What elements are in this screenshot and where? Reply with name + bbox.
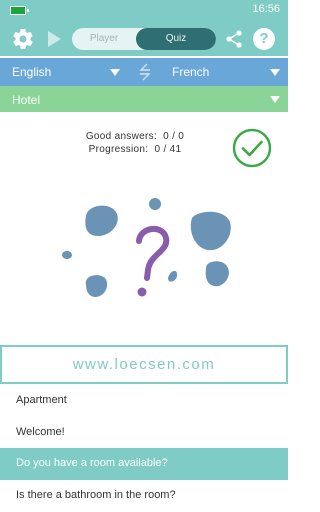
progression-line: Progression: 0 / 41 [60, 143, 210, 156]
chevron-down-icon[interactable] [110, 69, 120, 76]
good-answers-label: Good answers: [85, 131, 157, 142]
answer-option[interactable]: Welcome! [0, 417, 288, 449]
good-answers-line: Good answers: 0 / 0 [60, 130, 210, 143]
answer-option[interactable]: Is there a bathroom in the room? [0, 480, 288, 512]
quiz-stats: Good answers: 0 / 0 Progression: 0 / 41 [60, 130, 210, 156]
answer-option[interactable]: Apartment [0, 385, 288, 417]
status-bar: 16:56 [0, 0, 288, 22]
battery-icon [10, 6, 29, 15]
chevron-down-icon[interactable] [270, 96, 280, 103]
answer-list: Apartment Welcome! Do you have a room av… [0, 385, 288, 511]
swap-icon[interactable] [137, 62, 153, 82]
checkmark-icon[interactable] [232, 128, 272, 168]
mode-quiz-tab[interactable]: Quiz [136, 28, 216, 50]
blob-shape [168, 270, 178, 282]
share-icon[interactable] [225, 29, 243, 49]
brand-text: www.loecsen.com [72, 356, 216, 373]
blob-shape [85, 205, 118, 236]
help-button[interactable]: ? [253, 28, 275, 50]
blob-shape [85, 275, 108, 297]
topic-bar[interactable]: Hotel [0, 86, 288, 112]
blob-shape [190, 211, 231, 251]
blob-shape [205, 261, 229, 287]
gear-icon[interactable] [11, 27, 35, 51]
mode-player-tab[interactable]: Player [72, 28, 136, 50]
blob-shape [149, 198, 161, 210]
answer-option-selected[interactable]: Do you have a room available? [0, 448, 288, 480]
progression-value: 0 / 41 [154, 144, 182, 155]
language-bar: English French [0, 58, 288, 86]
blob-shape [62, 251, 72, 259]
question-mark-dot [137, 287, 147, 297]
chevron-down-icon[interactable] [270, 69, 280, 76]
topic-select[interactable]: Hotel [12, 93, 40, 107]
loecsen-banner[interactable]: www.loecsen.com [0, 345, 288, 384]
play-icon[interactable] [46, 30, 62, 48]
question-mark-illustration [62, 198, 231, 297]
source-language-select[interactable]: English [12, 65, 51, 79]
status-time: 16:56 [252, 3, 280, 15]
mode-toggle: Player Quiz [72, 28, 216, 50]
progression-label: Progression: [88, 144, 149, 155]
question-mark-glyph [136, 226, 170, 281]
good-answers-value: 0 / 0 [163, 131, 185, 142]
target-language-select[interactable]: French [172, 65, 209, 79]
